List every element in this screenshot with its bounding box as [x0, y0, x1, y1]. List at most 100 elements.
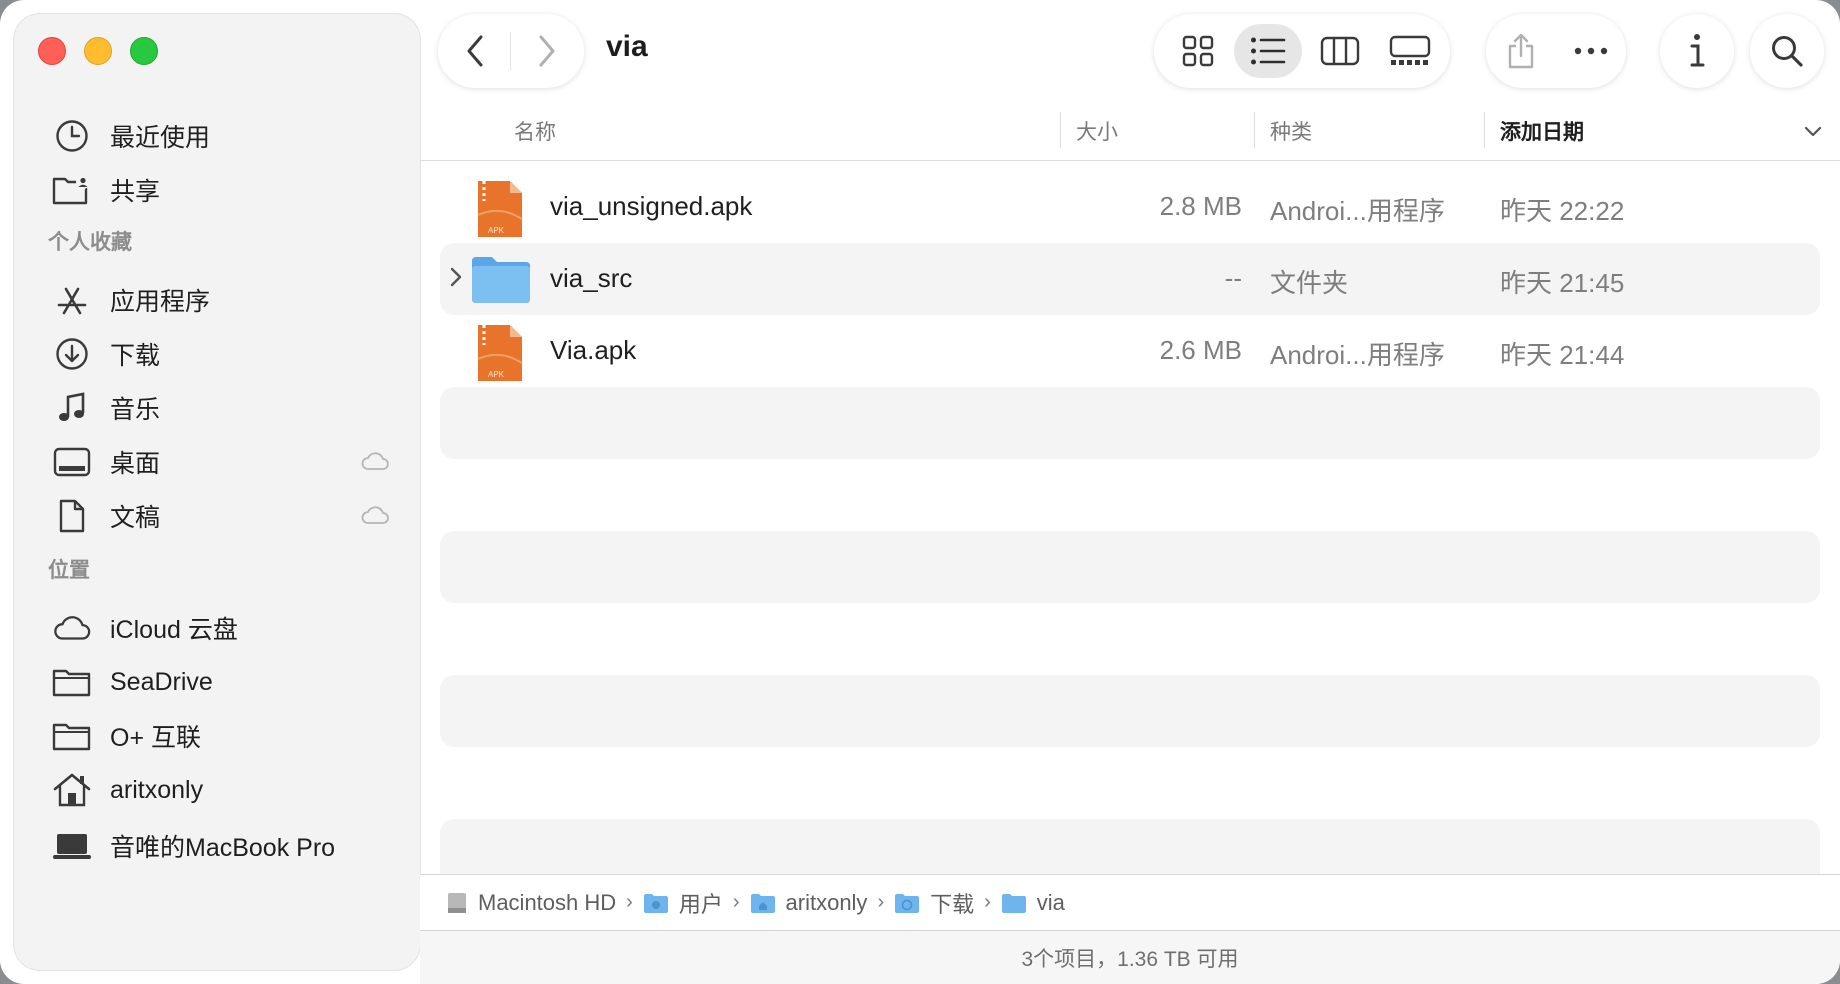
path-separator: ›	[732, 891, 740, 913]
divider	[510, 32, 511, 70]
music-note-icon	[52, 388, 92, 428]
applications-icon	[52, 280, 92, 320]
row-stripe	[440, 675, 1820, 747]
folder-icon	[1001, 892, 1027, 914]
sidebar-item-seadrive[interactable]: SeaDrive	[52, 654, 404, 710]
list-icon	[1251, 37, 1286, 65]
apk-file-icon: APK	[474, 323, 526, 388]
path-item-via[interactable]: via	[1001, 890, 1065, 916]
column-header: 名称 大小 种类 添加日期	[420, 106, 1840, 161]
svg-text:APK: APK	[488, 226, 505, 235]
sidebar-item-label: 桌面	[110, 450, 161, 478]
column-kind[interactable]: 种类	[1270, 116, 1312, 146]
file-name: via_src	[550, 263, 633, 293]
sidebar-item-oplus[interactable]: O+ 互联	[52, 708, 404, 764]
view-mode-group	[1154, 14, 1450, 88]
home-folder-icon	[750, 892, 776, 914]
gallery-view-button[interactable]	[1376, 24, 1444, 78]
column-name[interactable]: 名称	[514, 116, 556, 146]
sidebar-item-label: 共享	[110, 178, 161, 206]
locations-header: 位置	[48, 559, 90, 582]
path-item-downloads[interactable]: 下载	[894, 887, 974, 919]
file-kind: Androi...用程序	[1270, 340, 1445, 370]
sidebar-item-label: 音唯的MacBook Pro	[110, 834, 336, 862]
laptop-icon	[52, 826, 92, 866]
folder-icon	[52, 716, 92, 756]
folder-icon	[52, 662, 92, 702]
sort-chevron-down-icon[interactable]	[1804, 126, 1822, 138]
path-label: aritxonly	[785, 889, 868, 915]
status-bar: 3个项目，1.36 TB 可用	[420, 930, 1840, 984]
search-button[interactable]	[1750, 14, 1824, 88]
grid-icon	[1182, 35, 1214, 67]
action-group	[1486, 14, 1626, 88]
icloud-status-icon	[360, 450, 390, 477]
sidebar-item-icloud-drive[interactable]: iCloud 云盘	[52, 600, 404, 656]
sidebar-item-desktop[interactable]: 桌面	[52, 434, 404, 490]
path-item-users[interactable]: 用户	[643, 887, 723, 919]
sidebar-item-shared[interactable]: 共享	[52, 162, 404, 218]
column-divider[interactable]	[1254, 112, 1255, 148]
path-label: 下载	[930, 891, 975, 917]
apk-file-icon: APK	[474, 179, 526, 244]
sidebar-item-label: 文稿	[110, 504, 161, 532]
sidebar-item-macbook[interactable]: 音唯的MacBook Pro	[52, 818, 404, 874]
file-row[interactable]: APK via_unsigned.apk 2.8 MB Androi...用程序…	[440, 171, 1820, 243]
folder-row[interactable]: via_src -- 文件夹 昨天 21:45	[440, 243, 1820, 315]
sidebar-item-music[interactable]: 音乐	[52, 380, 404, 436]
more-button[interactable]	[1556, 14, 1626, 88]
file-name: via_unsigned.apk	[550, 191, 753, 221]
column-divider[interactable]	[1484, 112, 1485, 148]
favorites-header: 个人收藏	[48, 231, 132, 254]
share-button[interactable]	[1486, 14, 1556, 88]
zoom-window-button[interactable]	[130, 37, 158, 65]
sidebar-item-label: 下载	[110, 342, 161, 370]
path-item-aritxonly[interactable]: aritxonly	[750, 889, 868, 916]
row-stripe	[440, 387, 1820, 459]
sidebar-item-label: aritxonly	[110, 775, 204, 804]
sidebar-item-applications[interactable]: 应用程序	[52, 272, 404, 328]
folder-icon	[470, 253, 532, 310]
disk-icon	[446, 891, 468, 915]
back-button[interactable]	[440, 14, 510, 88]
chevron-left-icon	[467, 35, 483, 67]
ellipsis-icon	[1574, 47, 1608, 55]
info-button[interactable]	[1660, 14, 1734, 88]
path-item-macintosh-hd[interactable]: Macintosh HD	[446, 890, 616, 916]
sidebar: 最近使用 共享 个人收藏 应用程序 下载 音乐 桌面 文稿 位置 iCloud …	[14, 14, 420, 970]
info-icon	[1690, 34, 1705, 67]
clock-icon	[52, 116, 92, 156]
sidebar-item-label: iCloud 云盘	[110, 616, 238, 644]
icon-view-button[interactable]	[1164, 24, 1232, 78]
sidebar-item-documents[interactable]: 文稿	[52, 488, 404, 544]
desktop-icon	[52, 442, 92, 482]
column-view-button[interactable]	[1306, 24, 1374, 78]
column-divider[interactable]	[1060, 112, 1061, 148]
sidebar-item-label: 应用程序	[110, 288, 211, 316]
column-size[interactable]: 大小	[1076, 116, 1118, 146]
forward-button[interactable]	[512, 14, 582, 88]
download-folder-icon	[894, 892, 920, 914]
file-size: --	[1224, 263, 1242, 293]
sidebar-item-downloads[interactable]: 下载	[52, 326, 404, 382]
file-name: Via.apk	[550, 335, 637, 365]
minimize-window-button[interactable]	[84, 37, 112, 65]
shared-folder-icon	[52, 170, 92, 210]
window-title: via	[606, 30, 648, 63]
columns-icon	[1320, 36, 1360, 66]
path-label: Macintosh HD	[478, 889, 617, 915]
sidebar-item-label: 音乐	[110, 396, 161, 424]
sidebar-item-recents[interactable]: 最近使用	[52, 108, 404, 164]
file-row[interactable]: APK Via.apk 2.6 MB Androi...用程序 昨天 21:44	[440, 315, 1820, 387]
list-view-button[interactable]	[1234, 24, 1302, 78]
gallery-icon	[1389, 35, 1431, 65]
disclosure-chevron-icon[interactable]	[448, 265, 464, 294]
icloud-status-icon	[360, 504, 390, 531]
file-size: 2.6 MB	[1159, 335, 1242, 365]
file-date: 昨天 22:22	[1500, 196, 1625, 226]
share-icon	[1508, 33, 1534, 69]
column-date-added[interactable]: 添加日期	[1500, 116, 1584, 146]
sidebar-item-home[interactable]: aritxonly	[52, 762, 404, 818]
close-window-button[interactable]	[38, 37, 66, 65]
path-bar: Macintosh HD › 用户 › aritxonly › 下载 › via	[420, 874, 1840, 930]
